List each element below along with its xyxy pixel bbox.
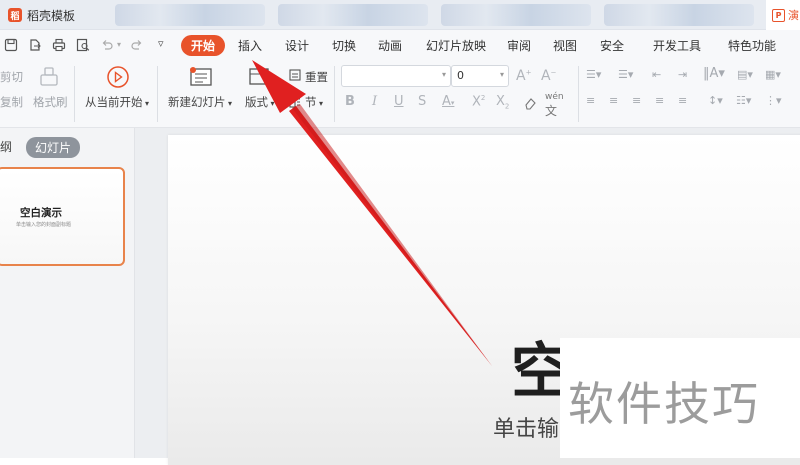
line-spacing-icon[interactable]: ↕▾ <box>708 94 723 107</box>
new-slide-label: 新建幻灯片 <box>168 95 226 109</box>
chevron-down-icon: ▾ <box>441 70 446 79</box>
play-from-current-button[interactable]: 从当前开始 ▾ <box>85 94 149 110</box>
text-direction-icon[interactable]: ‖A▾ <box>703 66 725 81</box>
tab-slides[interactable]: 幻灯片 <box>26 137 81 158</box>
pinyin-guide-icon[interactable]: wén 文 <box>545 92 564 119</box>
menu-bar: ▾ ▿ 开始 插入 设计 切换 动画 幻灯片放映 审阅 视图 安全 开发工具 特… <box>0 30 800 60</box>
tab-label: 演 <box>788 9 799 22</box>
slide-thumbnail-1[interactable]: 空白演示 单击输入您的封面副标题 <box>0 167 125 266</box>
numbered-list-icon[interactable]: ☰▾ <box>618 68 633 81</box>
menu-transitions[interactable]: 切换 <box>332 37 356 54</box>
decrease-indent-icon[interactable]: ⇤ <box>652 68 661 81</box>
strikethrough-icon[interactable]: S <box>418 94 426 109</box>
distribute-icon[interactable]: ≡ <box>678 94 687 107</box>
new-slide-button[interactable]: 新建幻灯片 ▾ <box>168 94 232 110</box>
section-button[interactable]: 节 ▾ <box>305 94 323 110</box>
arrange-icon[interactable]: ⋮▾ <box>765 94 782 107</box>
print-preview-icon[interactable] <box>76 38 90 52</box>
increase-font-icon[interactable]: A+ <box>516 68 531 84</box>
tab-outline[interactable]: 纲 <box>0 138 12 155</box>
align-left-icon[interactable]: ≡ <box>586 94 595 107</box>
thumbnail-title: 空白演示 <box>20 207 62 219</box>
watermark-text: 软件技巧 <box>568 377 760 431</box>
new-slide-icon <box>190 67 212 86</box>
align-center-icon[interactable]: ≡ <box>609 94 618 107</box>
font-name-select[interactable]: ▾ <box>341 65 451 87</box>
bullet-list-icon[interactable]: ☰▾ <box>586 68 601 81</box>
menu-view[interactable]: 视图 <box>553 37 577 54</box>
superscript-icon[interactable]: X2 <box>472 94 485 109</box>
layout-label: 版式 <box>245 95 268 109</box>
menu-home[interactable]: 开始 <box>181 35 226 56</box>
save-icon[interactable] <box>4 38 18 52</box>
font-size-value: 0 <box>457 69 464 82</box>
customize-toolbar-icon[interactable]: ▿ <box>158 37 164 50</box>
menu-design[interactable]: 设计 <box>285 37 309 54</box>
font-size-select[interactable]: 0 ▾ <box>451 65 509 87</box>
clear-format-icon[interactable] <box>523 96 537 110</box>
copy-button[interactable]: 复制 <box>0 94 23 110</box>
section-icon <box>289 96 300 108</box>
menu-special-features[interactable]: 特色功能 <box>728 37 776 54</box>
thumbnail-subtitle: 单击输入您的封面副标题 <box>16 222 72 228</box>
menu-slideshow[interactable]: 幻灯片放映 <box>426 37 486 54</box>
layout-icon <box>249 68 269 85</box>
layout-button[interactable]: 版式 ▾ <box>245 94 275 110</box>
font-color-icon[interactable]: A▾ <box>442 94 454 109</box>
play-from-current-icon <box>107 66 129 88</box>
tab-blurred-2[interactable] <box>278 4 428 26</box>
ribbon-divider <box>74 66 75 122</box>
tab-docer-templates[interactable]: 稻 稻壳模板 <box>0 0 110 30</box>
slide-panel: 纲 幻灯片 空白演示 单击输入您的封面副标题 <box>0 128 135 458</box>
cut-button[interactable]: 剪切 <box>0 69 23 85</box>
menu-insert[interactable]: 插入 <box>238 37 262 54</box>
align-text-icon[interactable]: ▤▾ <box>737 68 753 81</box>
increase-indent-icon[interactable]: ⇥ <box>678 68 687 81</box>
subscript-icon[interactable]: X2 <box>496 94 509 111</box>
print-icon[interactable] <box>52 38 66 52</box>
menu-review[interactable]: 审阅 <box>507 37 531 54</box>
docer-logo-icon: 稻 <box>8 8 22 22</box>
ribbon-divider <box>157 66 158 122</box>
tab-blurred-1[interactable] <box>115 4 265 26</box>
format-painter-button[interactable]: 格式刷 <box>33 94 68 110</box>
ribbon-divider <box>334 66 335 122</box>
paragraph-spacing-icon[interactable]: ☷▾ <box>736 94 751 107</box>
underline-icon[interactable]: U <box>394 94 404 109</box>
reset-button[interactable]: 重置 <box>305 69 328 85</box>
play-from-current-label: 从当前开始 <box>85 95 143 109</box>
reset-icon <box>289 69 301 81</box>
undo-icon[interactable] <box>100 38 114 52</box>
undo-dropdown-icon[interactable]: ▾ <box>117 40 121 49</box>
bold-icon[interactable]: B <box>345 94 355 109</box>
tab-bar: 稻 稻壳模板 P 演 <box>0 0 800 30</box>
format-painter-icon <box>40 67 58 86</box>
section-label: 节 <box>305 95 317 109</box>
tab-blurred-4[interactable] <box>604 4 754 26</box>
tab-presentation[interactable]: P 演 <box>766 0 800 30</box>
tab-label: 稻壳模板 <box>27 8 76 23</box>
ribbon-divider <box>578 66 579 122</box>
chevron-down-icon: ▾ <box>499 70 504 79</box>
redo-icon[interactable] <box>130 38 144 52</box>
export-icon[interactable] <box>28 38 42 52</box>
menu-developer-tools[interactable]: 开发工具 <box>653 37 701 54</box>
tab-blurred-3[interactable] <box>441 4 591 26</box>
italic-icon[interactable]: I <box>372 94 377 109</box>
ribbon-home: 剪切 复制 格式刷 从当前开始 ▾ 新建幻灯片 ▾ 版式 ▾ 重置 节 ▾ ▾ … <box>0 60 800 128</box>
menu-animations[interactable]: 动画 <box>378 37 402 54</box>
columns-icon[interactable]: ▦▾ <box>765 68 781 81</box>
align-right-icon[interactable]: ≡ <box>632 94 641 107</box>
presentation-logo-icon: P <box>772 8 785 22</box>
decrease-font-icon[interactable]: A− <box>541 68 556 84</box>
menu-security[interactable]: 安全 <box>600 37 624 54</box>
justify-icon[interactable]: ≡ <box>655 94 664 107</box>
